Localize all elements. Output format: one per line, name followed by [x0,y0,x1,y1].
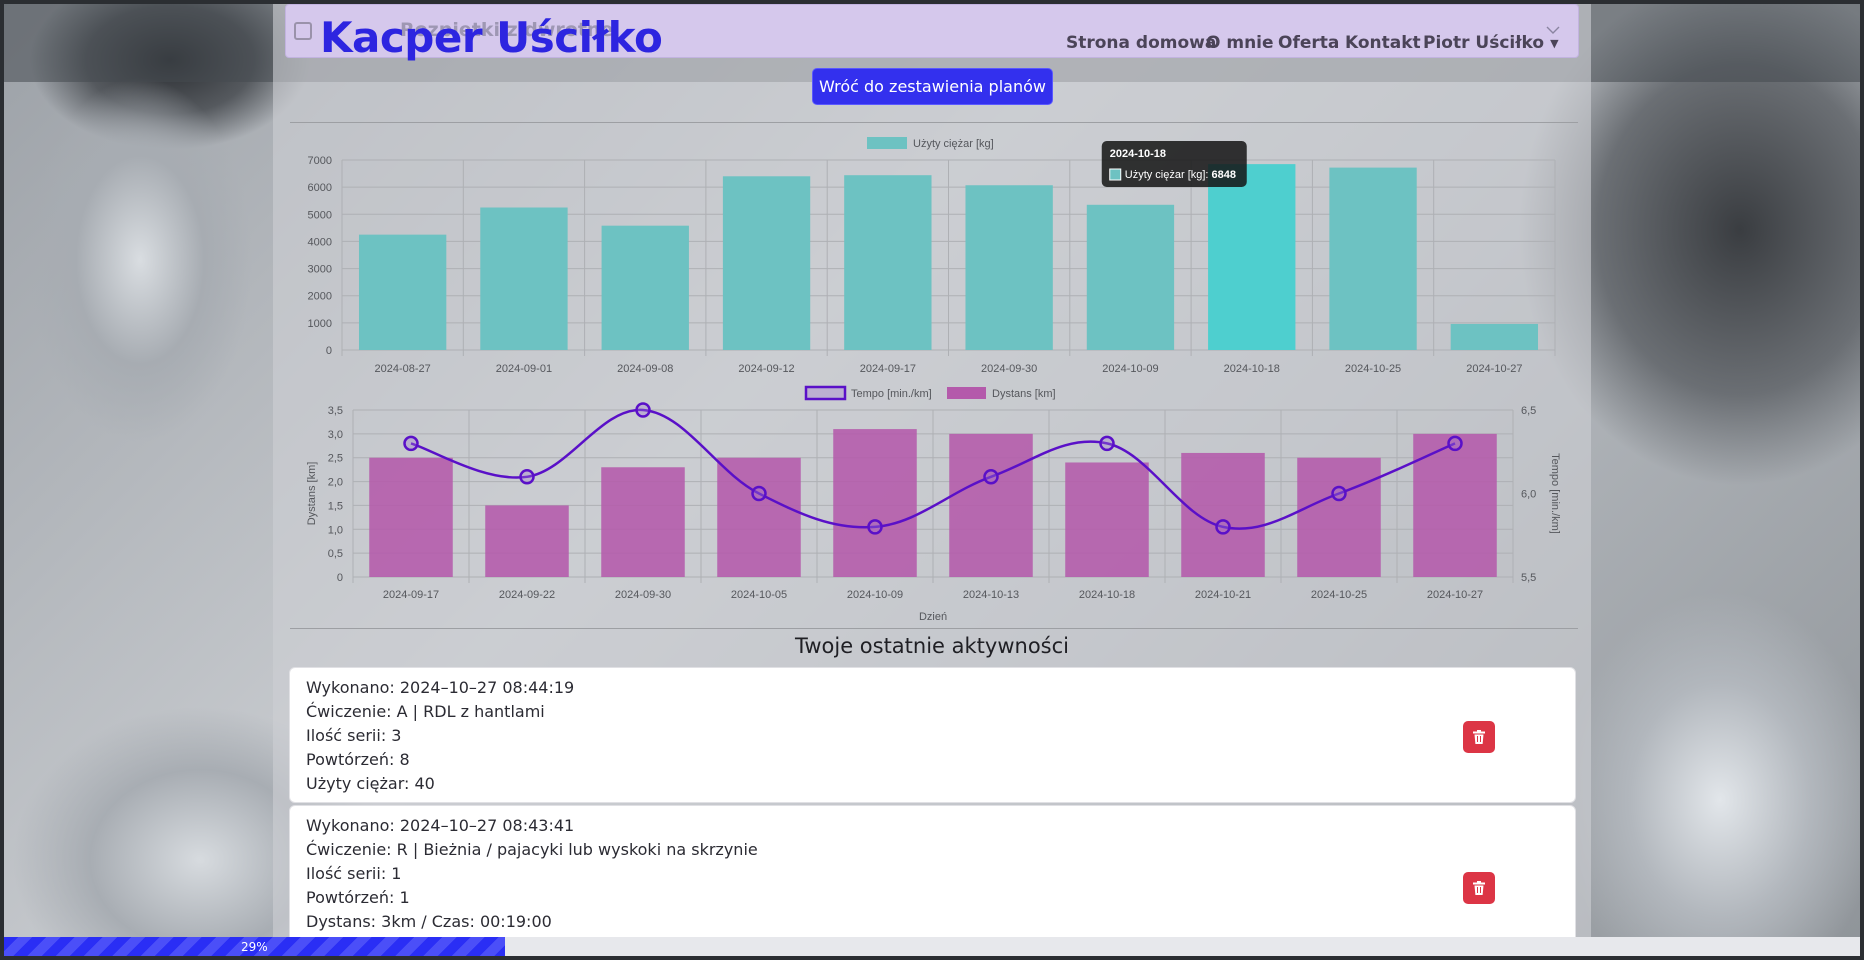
tempo-point [1331,485,1347,502]
upload-progress: 29% [4,937,1860,956]
y-tick-label: 0 [337,572,343,584]
tempo-point [751,485,767,502]
progress-bar-fill: 29% [4,937,505,956]
x-tick-label: 2024-10-21 [1195,589,1251,601]
x-tick-label: 2024-10-18 [1079,589,1135,601]
activity-line: Wykonano: 2024–10–27 08:44:19 [306,678,575,697]
recent-activities-title: Twoje ostatnie aktywności [794,634,1069,658]
activity-line: Powtórzeń: 8 [306,750,410,769]
activity-card: Wykonano: 2024–10–27 08:44:19 Ćwiczenie:… [289,667,1576,803]
activity-line: Wykonano: 2024–10–27 08:43:41 [306,816,575,835]
nav-link-home[interactable]: Strona domowa [1066,33,1216,53]
activity-line: Użyty ciężar: 40 [306,774,435,793]
activity-line: Ćwiczenie: R | Bieżnia / pajacyki lub wy… [306,840,758,859]
x-axis-title: Dzień [919,611,947,623]
activity-line: Dystans: 3km / Czas: 00:19:00 [306,912,552,931]
delete-activity-button[interactable] [1463,721,1495,753]
legend-swatch [804,385,847,401]
distance-bar [1065,462,1149,577]
activity-line: Powtórzeń: 1 [306,888,410,907]
activity-line: Ilość serii: 3 [306,726,402,745]
tempo-point [1447,435,1463,452]
activity-line: Ćwiczenie: A | RDL z hantlami [306,702,545,721]
tempo-point [403,435,419,452]
tempo-point [635,402,651,418]
user-menu-label: Piotr Uściłko [1423,33,1545,53]
nav-links: Strona domowa O mnie Oferta Kontakt Piot… [286,5,1578,57]
back-to-plans-button[interactable]: Wróć do zestawienia planów [812,68,1053,105]
distance-bar [601,467,685,577]
legend-label: Tempo [min./km] [851,388,932,400]
x-tick-label: 2024-10-09 [847,589,903,601]
tempo-point [519,469,535,485]
delete-activity-button[interactable] [1463,872,1495,904]
y2-axis-title: Tempo [min./km] [1549,453,1561,534]
y-tick-label: 1,5 [328,500,343,512]
y-tick-label: 0,5 [328,548,343,560]
distance-bar [949,433,1033,577]
y2-tick-label: 6,0 [1521,489,1536,501]
distance-bar [717,457,801,577]
distance-bar [485,505,569,577]
legend-swatch [947,387,986,399]
y-tick-label: 3,0 [328,429,343,441]
nav-link-offer[interactable]: Oferta [1278,33,1339,53]
navbar: Rozpiętki z dwrotne Kacper Uściłko Stron… [285,4,1579,59]
y-tick-label: 1,0 [328,524,343,536]
x-tick-label: 2024-10-27 [1427,589,1483,601]
x-tick-label: 2024-10-13 [963,589,1019,601]
y-tick-label: 2,5 [328,453,343,465]
distance-bar [833,429,917,577]
x-tick-label: 2024-10-05 [731,589,787,601]
nav-link-contact[interactable]: Kontakt [1345,33,1421,53]
y-tick-label: 3,5 [328,405,343,417]
nav-link-about[interactable]: O mnie [1206,33,1274,53]
y-axis-title: Dystans [km] [306,462,318,526]
distance-bar [1181,452,1265,577]
tempo-point [1099,435,1115,452]
y2-tick-label: 6,5 [1521,405,1536,417]
distance-bar [1297,457,1381,577]
legend-label: Dystans [km] [992,388,1056,400]
distance-bar [369,457,453,577]
tempo-point [867,519,883,535]
activity-card: Wykonano: 2024–10–27 08:43:41 Ćwiczenie:… [289,805,1576,955]
tempo-point [983,469,999,485]
trash-icon [1473,881,1485,895]
y-tick-label: 2,0 [328,477,343,489]
tempo-point [1215,519,1231,535]
x-tick-label: 2024-10-25 [1311,589,1367,601]
x-tick-label: 2024-09-17 [383,589,439,601]
user-menu[interactable]: Piotr Uściłko ▼ [1423,33,1559,53]
x-tick-label: 2024-09-30 [615,589,671,601]
trash-icon [1473,730,1485,744]
x-tick-label: 2024-09-22 [499,589,555,601]
y2-tick-label: 5,5 [1521,572,1536,584]
caret-down-icon: ▼ [1550,36,1559,50]
chevron-down-icon[interactable] [1546,23,1560,37]
activity-line: Ilość serii: 1 [306,864,402,883]
